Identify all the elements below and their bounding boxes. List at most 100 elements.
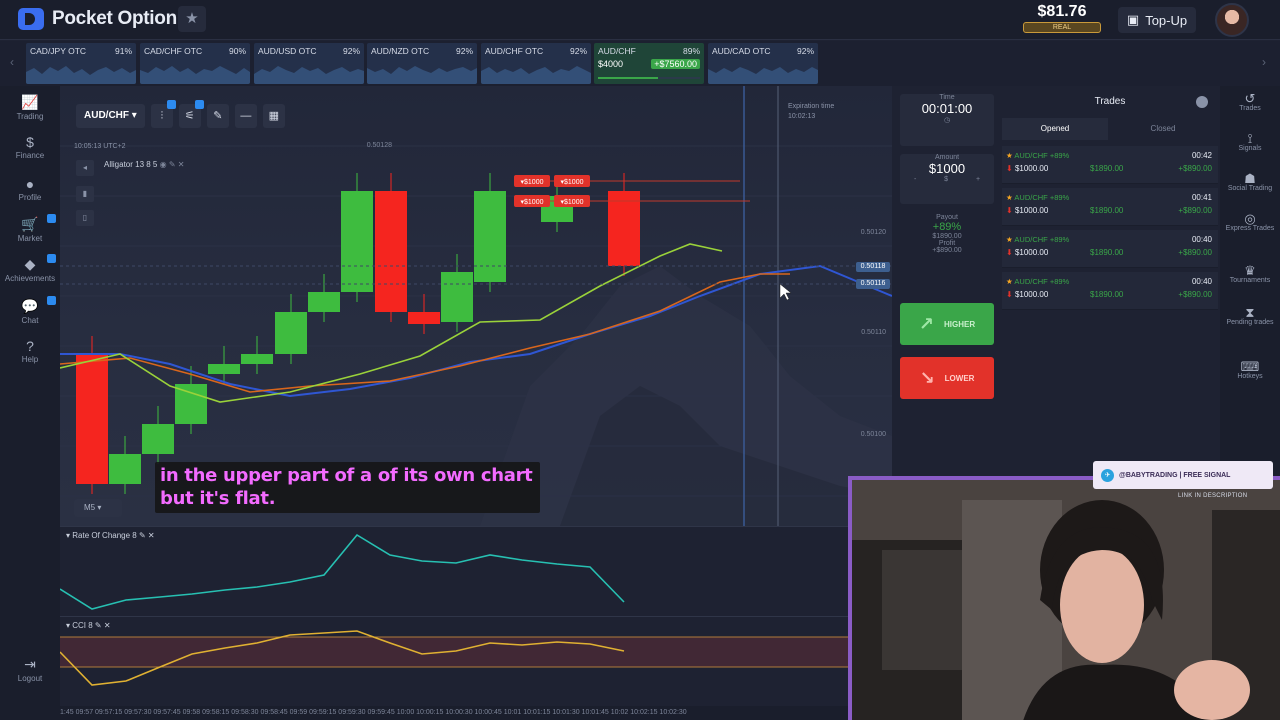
asset-tab-name: AUD/CHF OTC [485,46,544,56]
amount-selector[interactable]: Amount $1000 - $ + [900,154,994,204]
rightnav-item-trades[interactable]: ↺ Trades [1220,91,1280,113]
amount-value[interactable]: $1000 [900,161,994,176]
trade-payout: $1890.00 [1090,248,1124,257]
rightnav-item-pending[interactable]: ⧗ Pending trades [1220,306,1280,327]
nav-item-finance[interactable]: $ Finance [0,134,60,160]
nav-label: Profile [18,193,42,202]
rightnav-item-signals[interactable]: ⟟ Signals [1220,132,1280,153]
drawing-pen-icon[interactable]: ✎ [206,104,229,128]
rightnav-item-social-trading[interactable]: ☗ Social Trading [1220,172,1280,193]
tab-closed[interactable]: Closed [1110,118,1216,140]
logo[interactable]: Pocket Option [18,8,177,30]
cci-label: ▾ CCI 8 ✎ ✕ [66,621,111,630]
trade-row[interactable]: ★ AUD/CHF +89% ⬇ $1000.00 $1890.00 00:40… [1002,230,1218,268]
price-chart[interactable]: ▾$1000 ▾$1000 ▾$1000 ▾$1000 AUD/CHF ▾ ⫶ ⚟ ✎… [60,86,892,526]
lower-label: LOWER [944,373,975,383]
rightnav-label: Social Trading [1227,185,1273,192]
plus-button[interactable]: + [976,176,980,183]
asset-tab[interactable]: AUD/CAD OTC 92% [708,43,818,84]
collapse-icon[interactable]: ◂ [76,160,94,176]
candle [208,364,240,374]
star-icon[interactable]: ★ [178,6,206,32]
trade-tag-label: ▾$1000 [521,199,544,206]
history-icon: ↺ [1244,91,1256,106]
asset-tab[interactable]: AUD/CHF OTC 92% [481,43,591,84]
rightnav-label: Signals [1238,145,1262,152]
trade-asset-label: AUD/CHF +89% [1014,151,1070,160]
banner-subtext: LINK IN DESCRIPTION [1178,493,1248,499]
trade-amount-value: $1000.00 [1014,164,1049,173]
price-label: 0.50128 [366,142,392,149]
asset-tab[interactable]: AUD/NZD OTC 92% [367,43,477,84]
higher-button[interactable]: ↗ HIGHER [900,303,994,345]
asset-tab-active[interactable]: AUD/CHF 89% $4000 +$7560.00 [594,43,704,84]
chevron-left-icon[interactable]: ‹ [10,55,14,69]
nav-item-market[interactable]: 🛒 Market [0,214,60,243]
layout-grid-icon[interactable]: ▦ [262,104,285,128]
horizontal-line-icon[interactable]: — [234,104,257,128]
payout-percent: +89% [932,221,962,233]
lower-button[interactable]: ↘ LOWER [900,357,994,399]
roc-indicator-pane[interactable]: ▾ Rate Of Change 8 ✎ ✕ [60,526,850,616]
sparkline [26,66,136,84]
trade-profit: +$890.00 [1178,164,1212,173]
indicators-icon[interactable]: ⚟ [178,100,204,128]
rightnav-item-hotkeys[interactable]: ⌨ Hotkeys [1220,360,1280,381]
nav-item-chat[interactable]: 💬 Chat [0,296,60,325]
app-root: Pocket Option ★ $81.76 REAL ▣ Top-Up ‹ C… [0,0,1280,720]
nav-item-achievements[interactable]: ◆ Achievements [0,254,60,283]
asset-tab-name: AUD/CHF [598,46,636,56]
side-tool-icon[interactable]: ▮ [76,186,94,202]
chart-icon: 📈 [21,94,39,110]
trade-time: 00:42 [1191,151,1212,160]
time-value[interactable]: 00:01:00 [900,101,994,116]
right-nav: ↺ Trades ⟟ Signals ☗ Social Trading ◎ Expres… [1220,86,1280,526]
clock-icon[interactable]: ◷ [900,116,994,124]
side-tool-icon[interactable]: ▯ [76,210,94,226]
topup-button[interactable]: ▣ Top-Up [1118,7,1196,33]
avatar[interactable] [1215,3,1249,37]
asset-select[interactable]: AUD/CHF ▾ [76,104,145,128]
trade-row[interactable]: ★ AUD/CHF +89% ⬇ $1000.00 $1890.00 00:42… [1002,146,1218,184]
minus-button[interactable]: - [914,176,916,183]
settings-icon[interactable] [1196,96,1208,108]
trade-row[interactable]: ★ AUD/CHF +89% ⬇ $1000.00 $1890.00 00:41… [1002,188,1218,226]
balance-display[interactable]: $81.76 REAL [1022,3,1102,33]
asset-tab[interactable]: CAD/JPY OTC 91% [26,43,136,84]
nav-label: Help [21,355,39,364]
rightnav-item-tournaments[interactable]: ♛ Tournaments [1220,264,1280,285]
price-tick: 0.50120 [860,229,886,236]
candle [375,191,407,312]
asset-tab-name: CAD/CHF OTC [144,46,203,56]
asset-tab-pct: 92% [455,46,473,56]
nav-item-help[interactable]: ? Help [0,338,60,364]
sparkline [254,66,364,84]
trade-payout: $1890.00 [1090,164,1124,173]
timeframe-select[interactable]: M5 ▾ [74,499,122,517]
nav-item-profile[interactable]: ● Profile [0,176,60,202]
rightnav-item-express[interactable]: ◎ Express Trades [1220,212,1280,233]
time-selector[interactable]: Time 00:01:00 ◷ [900,94,994,146]
indicator-controls: ◉ ✎ ✕ [159,160,185,169]
asset-tab[interactable]: AUD/USD OTC 92% [254,43,364,84]
trade-row[interactable]: ★ AUD/CHF +89% ⬇ $1000.00 $1890.00 00:40… [1002,272,1218,310]
asset-tab-pct: 92% [796,46,814,56]
candle [308,292,340,312]
chart-type-icon[interactable]: ⫶ [150,100,176,128]
nav-label: Logout [17,674,43,683]
chevron-right-icon[interactable]: › [1262,55,1266,69]
trade-tag-label: ▾$1000 [561,179,584,186]
star-icon: ★ [1006,193,1013,202]
tab-opened[interactable]: Opened [1002,118,1108,140]
arrow-down-icon: ⬇ [1006,206,1013,215]
asset-tab[interactable]: CAD/CHF OTC 90% [140,43,250,84]
banner-text: @BABYTRADING | FREE SIGNAL [1119,471,1231,479]
currency-button[interactable]: $ [944,176,948,183]
cci-indicator-pane[interactable]: ▾ CCI 8 ✎ ✕ [60,616,850,706]
nav-item-trading[interactable]: 📈 Trading [0,94,60,121]
expiration-label: Expiration time 10:02:13 [788,102,834,122]
nav-item-logout[interactable]: ⇥ Logout [0,656,60,683]
webcam-overlay [848,476,1280,720]
indicator-label[interactable]: Alligator 13 8 5 ◉ ✎ ✕ [104,160,184,169]
asset-tab-name: AUD/CAD OTC [712,46,771,56]
